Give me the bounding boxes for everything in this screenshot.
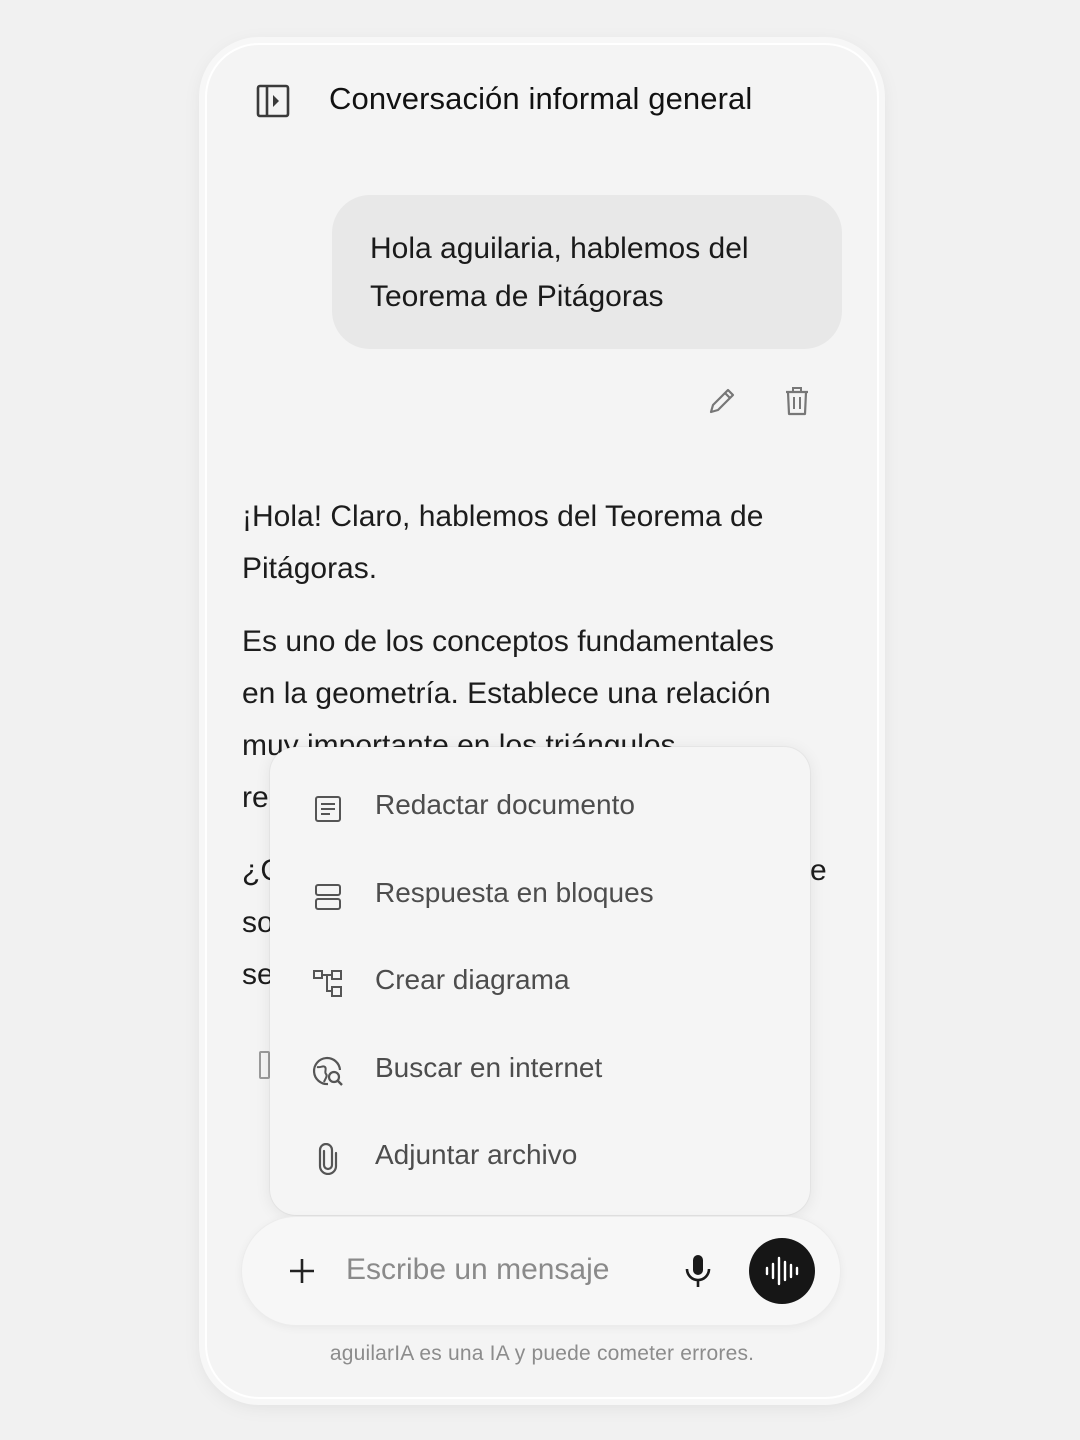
document-icon — [310, 791, 346, 827]
header: Conversación informal general — [207, 45, 877, 165]
trash-icon — [786, 387, 808, 416]
disclaimer-text: aguilarIA es una IA y puede cometer erro… — [329, 1342, 755, 1365]
menu-item-respuesta-en-bloques[interactable]: Respuesta en bloques — [270, 857, 810, 937]
menu-item-label: Crear diagrama — [375, 964, 570, 995]
assistant-line: Pitágoras. — [242, 552, 378, 585]
menu-item-redactar-documento[interactable]: Redactar documento — [270, 769, 810, 849]
menu-item-label: Respuesta en bloques — [375, 877, 654, 908]
menu-item-buscar-en-internet[interactable]: Buscar en internet — [270, 1032, 810, 1112]
assistant-paragraph: ¡Hola! Claro, hablemos del Teorema de Pi… — [242, 491, 842, 595]
web-search-icon — [310, 1054, 346, 1090]
voice-mode-button[interactable] — [749, 1238, 815, 1304]
assistant-line: ¡Hola! Claro, hablemos del Teorema de — [242, 500, 764, 533]
add-button[interactable] — [282, 1251, 322, 1291]
menu-item-crear-diagrama[interactable]: Crear diagrama — [270, 944, 810, 1024]
assistant-line: en la geometría. Establece una relación — [242, 677, 771, 710]
microphone-icon — [685, 1255, 711, 1287]
menu-item-label: Adjuntar archivo — [375, 1139, 578, 1170]
delete-message-button[interactable] — [777, 381, 817, 421]
assistant-line: Es uno de los conceptos fundamentales — [242, 625, 775, 658]
user-message-line: Hola aguilaria, hablemos del — [370, 232, 749, 265]
user-message-line: Teorema de Pitágoras — [370, 280, 664, 313]
user-message-bubble: Hola aguilaria, hablemos del Teorema de … — [332, 195, 842, 349]
paperclip-icon — [310, 1141, 346, 1177]
sidebar-toggle-button[interactable] — [253, 81, 293, 121]
voice-waveform-icon — [765, 1256, 799, 1286]
diagram-icon — [310, 966, 346, 1002]
menu-item-label: Redactar documento — [375, 789, 635, 820]
assistant-line-tail: e — [810, 854, 827, 887]
actions-menu: Redactar documento Respuesta en bloques — [270, 747, 810, 1215]
message-composer — [242, 1217, 840, 1325]
chat-screen: Conversación informal general Hola aguil… — [205, 43, 879, 1399]
edit-message-button[interactable] — [702, 381, 742, 421]
copy-icon[interactable] — [257, 1048, 271, 1080]
sidebar-toggle-icon — [256, 84, 290, 118]
conversation-title: Conversación informal general — [329, 81, 753, 116]
message-input[interactable] — [346, 1247, 666, 1293]
pencil-icon — [709, 388, 735, 414]
plus-icon — [290, 1259, 314, 1283]
menu-item-adjuntar-archivo[interactable]: Adjuntar archivo — [270, 1119, 810, 1199]
menu-item-label: Buscar en internet — [375, 1052, 603, 1083]
blocks-icon — [310, 879, 346, 915]
microphone-button[interactable] — [678, 1249, 718, 1293]
